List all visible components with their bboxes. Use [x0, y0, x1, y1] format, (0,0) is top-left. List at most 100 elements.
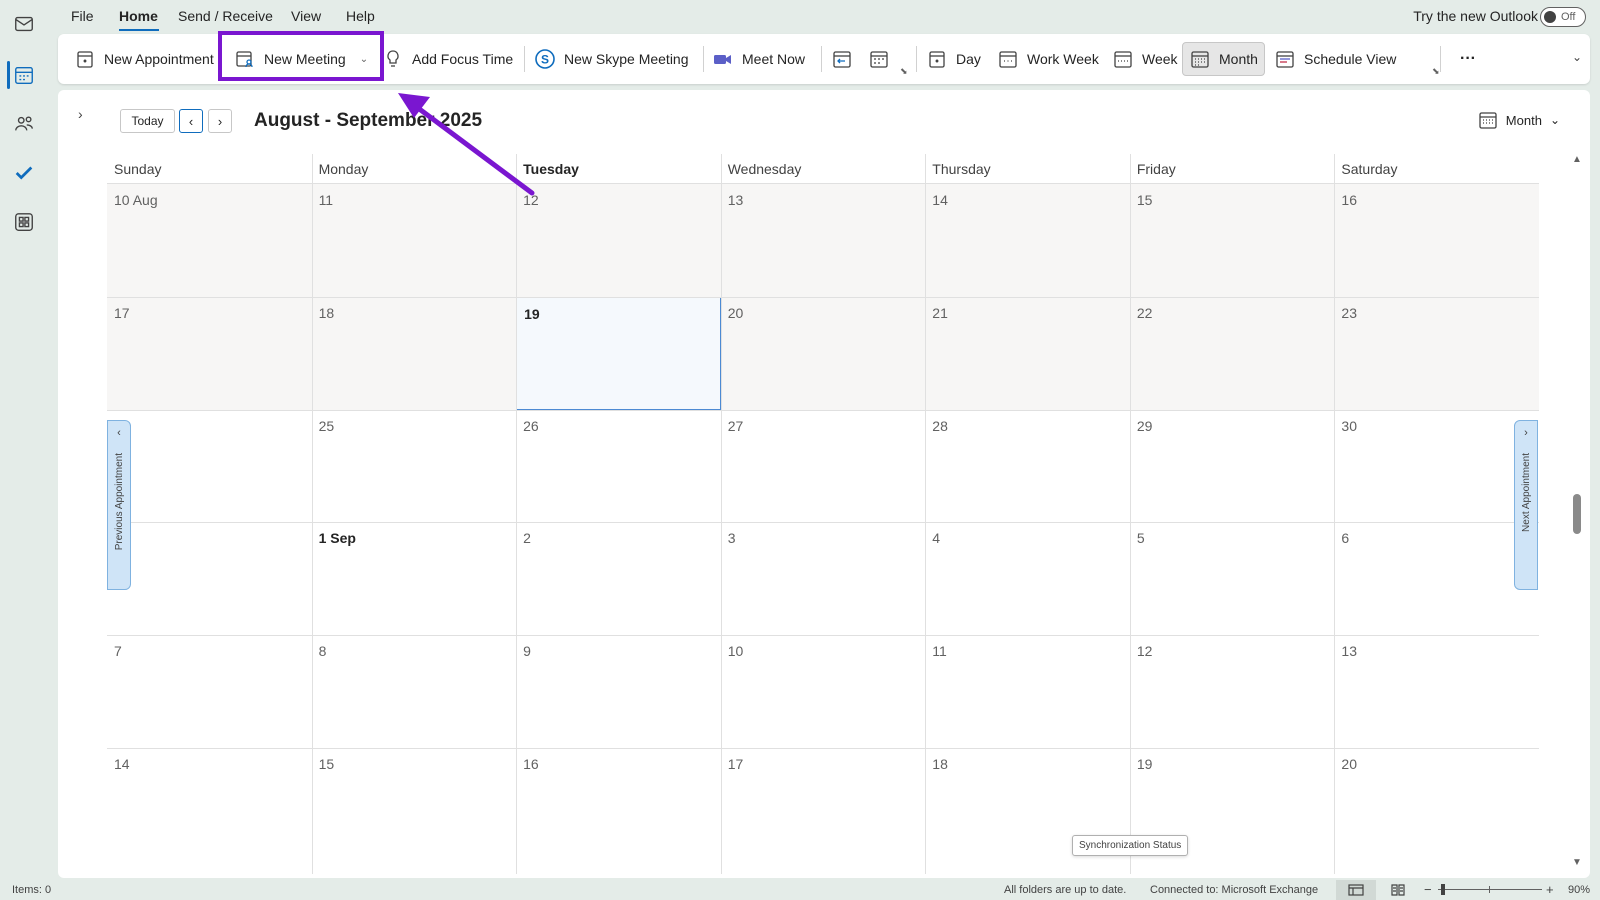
new-outlook-toggle[interactable]: Off [1540, 7, 1586, 27]
day-cell[interactable]: 7 [107, 635, 312, 748]
previous-month-button[interactable]: ‹ [179, 109, 203, 133]
day-cell[interactable]: 20 [1334, 748, 1539, 861]
day-cell[interactable]: 5 [1130, 522, 1335, 635]
chevron-down-icon: ⌄ [1549, 113, 1560, 127]
chevron-left-icon: ‹ [117, 427, 121, 439]
day-cell[interactable]: 10 Aug [107, 184, 312, 297]
schedule-view-button[interactable]: Schedule View [1274, 42, 1396, 76]
day-cell[interactable]: 17 [721, 748, 926, 861]
today-button[interactable]: Today [120, 109, 175, 133]
mail-icon[interactable] [8, 8, 40, 40]
previous-appointment-tab[interactable]: ‹ Previous Appointment [107, 420, 131, 590]
more-options-button[interactable]: ··· [1460, 42, 1476, 76]
month-view-button[interactable]: Month [1182, 42, 1265, 76]
day-cell[interactable]: 1 Sep [312, 522, 517, 635]
day-cell[interactable]: 6 [1334, 522, 1539, 635]
zoom-slider[interactable] [1438, 889, 1542, 890]
day-cell[interactable]: 24 [107, 410, 312, 523]
work-week-view-button[interactable]: Work Week [997, 42, 1099, 76]
day-cell[interactable]: 14 [107, 748, 312, 861]
zoom-level[interactable]: 90% [1568, 884, 1590, 896]
menu-view[interactable]: View [291, 8, 321, 24]
day-number: 10 [727, 643, 744, 660]
day-cell[interactable]: 14 [925, 184, 1130, 297]
calendar-icon[interactable] [8, 59, 40, 91]
day-cell[interactable]: 27 [721, 410, 926, 523]
zoom-out-icon[interactable]: − [1424, 882, 1432, 897]
meet-now-button[interactable]: Meet Now [712, 42, 805, 76]
menu-active-underline [119, 29, 159, 31]
view-selector-label: Month [1505, 112, 1542, 128]
dialog-launcher-icon[interactable]: ⬊ [1432, 66, 1440, 77]
vertical-scrollbar[interactable]: ▲ ▼ [1570, 154, 1584, 868]
day-cell[interactable]: 2 [516, 522, 721, 635]
scrollbar-thumb[interactable] [1573, 494, 1581, 534]
normal-view-button[interactable] [1336, 880, 1376, 900]
day-cell[interactable]: 29 [1130, 410, 1335, 523]
day-cell[interactable]: 26 [516, 410, 721, 523]
schedule-view-label: Schedule View [1304, 51, 1397, 67]
day-cell[interactable]: 8 [312, 635, 517, 748]
grid-column-divider [516, 154, 518, 874]
menu-home[interactable]: Home [119, 8, 158, 24]
day-cell[interactable]: 28 [925, 410, 1130, 523]
weekday-header-row: Sunday Monday Tuesday Wednesday Thursday Frid… [107, 154, 1539, 184]
week-view-button[interactable]: Week [1112, 42, 1178, 76]
day-cell[interactable]: 23 [1334, 296, 1539, 410]
day-cell[interactable]: 25 [312, 410, 517, 523]
day-cell[interactable]: 12 [1130, 635, 1335, 748]
ribbon-expand-icon[interactable]: ⌄ [1572, 50, 1582, 64]
day-number: 29 [1136, 417, 1153, 434]
todo-icon[interactable] [8, 157, 40, 189]
day-cell[interactable]: 17 [107, 296, 312, 410]
new-skype-meeting-button[interactable]: S New Skype Meeting [534, 42, 689, 76]
menu-file[interactable]: File [71, 8, 94, 24]
day-cell[interactable]: 31 [107, 522, 312, 635]
try-new-outlook-label: Try the new Outlook [1413, 8, 1538, 24]
people-icon[interactable] [8, 108, 40, 140]
calendar-title: August - September 2025 [254, 110, 483, 131]
view-selector[interactable]: Month ⌄ [1478, 110, 1560, 130]
add-focus-time-button[interactable]: Add Focus Time [382, 42, 513, 76]
ribbon-separator [1440, 46, 1441, 72]
expand-folder-pane-icon[interactable]: › [78, 106, 83, 122]
day-cell[interactable]: 16 [516, 748, 721, 861]
day-cell[interactable]: 4 [925, 522, 1130, 635]
menu-send-receive[interactable]: Send / Receive [178, 8, 273, 24]
day-cell[interactable]: 15 [312, 748, 517, 861]
day-cell[interactable]: 22 [1129, 296, 1335, 410]
next-appointment-tab[interactable]: › Next Appointment [1514, 420, 1538, 590]
day-cell[interactable]: 20 [720, 296, 926, 410]
day-number: 21 [932, 304, 948, 321]
apps-icon[interactable] [8, 206, 40, 238]
scroll-up-icon[interactable]: ▲ [1572, 154, 1582, 165]
day-cell[interactable]: 3 [721, 522, 926, 635]
next-month-button[interactable]: › [208, 109, 232, 133]
day-cell[interactable]: 10 [721, 635, 926, 748]
zoom-slider-thumb[interactable] [1441, 884, 1445, 895]
scroll-down-icon[interactable]: ▼ [1572, 857, 1582, 868]
day-cell[interactable]: 13 [1334, 635, 1539, 748]
day-cell[interactable]: 18 [311, 296, 517, 410]
day-cell[interactable]: 30 [1334, 410, 1539, 523]
dialog-launcher-icon[interactable]: ⬊ [900, 66, 908, 77]
new-appointment-button[interactable]: New Appointment [74, 42, 214, 76]
reading-view-icon[interactable] [1390, 882, 1406, 898]
day-cell[interactable]: 13 [720, 184, 926, 297]
day-cell[interactable]: 16 [1334, 184, 1539, 297]
day-cell[interactable]: 11 [925, 635, 1130, 748]
go-to-today-button[interactable] [831, 42, 861, 76]
day-number: 9 [523, 643, 531, 660]
go-to-date-button[interactable] [868, 42, 898, 76]
selected-day-cell[interactable]: 19 [516, 296, 721, 410]
zoom-in-icon[interactable]: + [1546, 882, 1554, 897]
day-cell[interactable]: 12 [516, 184, 721, 297]
day-cell[interactable]: 21 [925, 296, 1130, 410]
ribbon-separator [703, 46, 704, 72]
day-cell[interactable]: 11 [311, 184, 517, 297]
add-focus-time-label: Add Focus Time [412, 51, 514, 67]
day-cell[interactable]: 15 [1129, 184, 1335, 297]
day-cell[interactable]: 9 [516, 635, 721, 748]
menu-help[interactable]: Help [346, 8, 375, 24]
day-view-button[interactable]: Day [926, 42, 981, 76]
